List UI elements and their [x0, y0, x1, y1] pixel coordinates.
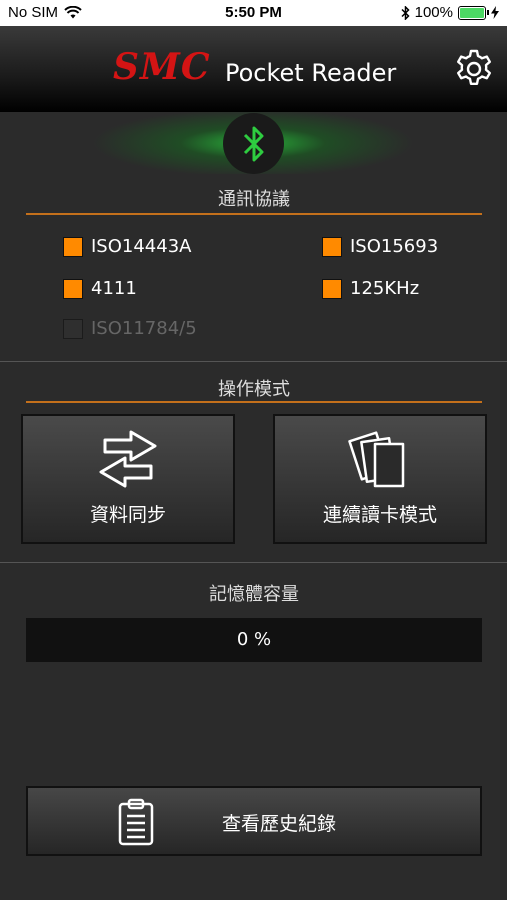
settings-gear-icon[interactable] — [453, 48, 495, 90]
sync-arrows-icon — [99, 430, 157, 488]
checkbox-label: ISO15693 — [350, 236, 439, 257]
mode-section-title: 操作模式 — [218, 379, 290, 400]
protocol-checkbox-iso11784: ISO11784/5 — [63, 318, 197, 339]
status-right: 100% — [401, 4, 499, 21]
data-sync-button[interactable]: 資料同步 — [21, 414, 235, 544]
bluetooth-status-icon — [401, 5, 410, 20]
checkbox-label: 4111 — [91, 278, 137, 299]
checkbox-box — [63, 318, 83, 339]
section-separator — [0, 361, 507, 362]
mode-divider — [26, 401, 482, 403]
battery-percent: 100% — [414, 4, 453, 21]
status-bar: No SIM 5:50 PM 100% — [0, 0, 507, 26]
memory-section-title: 記憶體容量 — [209, 584, 299, 605]
bluetooth-icon — [243, 126, 263, 161]
protocol-section-title: 通訊協議 — [218, 189, 290, 210]
section-separator — [0, 562, 507, 563]
protocol-checkbox-iso15693[interactable]: ISO15693 — [322, 236, 438, 257]
memory-capacity-value: 0 % — [236, 629, 272, 650]
continuous-read-label: 連續讀卡模式 — [322, 504, 437, 526]
checkbox-box[interactable] — [322, 236, 342, 257]
data-sync-label: 資料同步 — [89, 504, 166, 526]
protocol-checkbox-125khz[interactable]: 125KHz — [322, 278, 419, 299]
cards-icon — [348, 431, 405, 488]
battery-icon — [458, 5, 489, 20]
view-history-label: 查看歷史紀錄 — [221, 813, 336, 835]
protocol-divider — [26, 213, 482, 215]
bluetooth-button[interactable] — [223, 113, 284, 174]
view-history-button[interactable]: 查看歷史紀錄 — [26, 786, 482, 856]
checkbox-box[interactable] — [63, 278, 83, 299]
protocol-checkbox-4111[interactable]: 4111 — [63, 278, 137, 299]
checkbox-box[interactable] — [322, 278, 342, 299]
continuous-read-button[interactable]: 連續讀卡模式 — [273, 414, 487, 544]
protocol-checkbox-iso14443a[interactable]: ISO14443A — [63, 236, 191, 257]
charging-icon — [491, 6, 499, 19]
checkbox-label: 125KHz — [350, 278, 420, 299]
memory-capacity-bar: 0 % — [26, 618, 482, 662]
app-header: SMC Pocket Reader — [0, 26, 507, 112]
app-title: Pocket Reader — [225, 59, 397, 87]
checkbox-label: ISO11784/5 — [91, 318, 197, 339]
checkbox-label: ISO14443A — [91, 236, 192, 257]
brand-logo: SMC — [113, 46, 211, 88]
checkbox-box[interactable] — [63, 236, 83, 257]
